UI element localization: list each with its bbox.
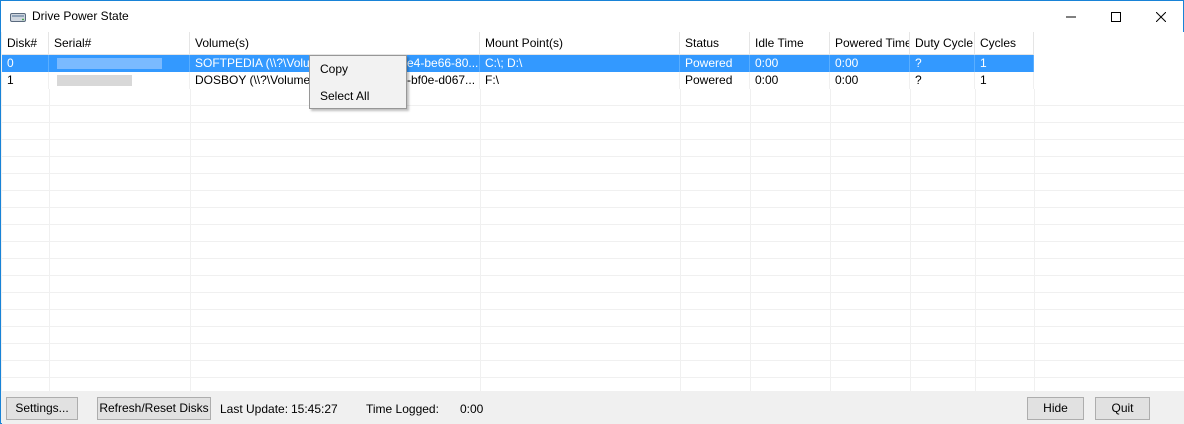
empty-row (2, 191, 1184, 208)
cell-idle-time: 0:00 (750, 72, 830, 89)
column-header[interactable]: Duty Cycle (910, 32, 975, 55)
cell-idle-time: 0:00 (750, 55, 830, 72)
empty-row (2, 361, 1184, 378)
last-update-value: 15:45:27 (291, 402, 338, 416)
empty-row (2, 310, 1184, 327)
window-title: Drive Power State (32, 9, 129, 23)
empty-row (2, 259, 1184, 276)
empty-row (2, 225, 1184, 242)
redacted-serial (57, 58, 162, 69)
cell-powered-time: 0:00 (830, 72, 910, 89)
column-header[interactable]: Volume(s) (190, 32, 480, 55)
column-header[interactable]: Idle Time (750, 32, 830, 55)
context-menu: Copy Select All (309, 55, 407, 109)
hide-button[interactable]: Hide (1027, 397, 1084, 420)
cell-duty-cycle: ? (910, 72, 975, 89)
empty-row (2, 157, 1184, 174)
minimize-button[interactable] (1048, 1, 1094, 32)
empty-row (2, 123, 1184, 140)
redacted-serial (57, 75, 132, 86)
menu-item-select-all[interactable]: Select All (310, 84, 406, 108)
empty-row (2, 106, 1184, 123)
empty-row (2, 242, 1184, 259)
cell-disk: 1 (2, 72, 49, 89)
column-header[interactable]: Cycles (975, 32, 1034, 55)
cell-disk: 0 (2, 55, 49, 72)
column-header[interactable]: Powered Time (830, 32, 910, 55)
empty-row (2, 208, 1184, 225)
settings-button[interactable]: Settings... (6, 397, 78, 420)
empty-row (2, 378, 1184, 391)
cell-mount: F:\ (480, 72, 680, 89)
cell-powered-time: 0:00 (830, 55, 910, 72)
empty-row (2, 327, 1184, 344)
cell-mount: C:\; D:\ (480, 55, 680, 72)
column-header[interactable]: Serial# (49, 32, 190, 55)
title-bar[interactable]: Drive Power State (1, 1, 1183, 32)
maximize-icon (1111, 11, 1121, 22)
quit-button[interactable]: Quit (1095, 397, 1150, 420)
minimize-icon (1066, 16, 1076, 17)
column-header[interactable]: Status (680, 32, 750, 55)
close-icon (1156, 11, 1166, 22)
time-logged-label: Time Logged: (366, 402, 439, 416)
drive-icon (10, 13, 26, 22)
empty-row (2, 89, 1184, 106)
empty-row (2, 344, 1184, 361)
column-header[interactable]: Mount Point(s) (480, 32, 680, 55)
last-update-label: Last Update: (220, 402, 289, 416)
app-window: Drive Power State Disk# Serial# Volume(s… (0, 0, 1184, 424)
cell-status: Powered (680, 55, 750, 72)
time-logged-value: 0:00 (460, 402, 484, 416)
table-row[interactable]: 1 DOSBOY (\\?\Volume{a -bf0e-d067... F:\… (2, 72, 1184, 89)
table-header: Disk# Serial# Volume(s) Mount Point(s) S… (2, 32, 1184, 55)
menu-item-copy[interactable]: Copy (310, 57, 406, 81)
cell-status: Powered (680, 72, 750, 89)
table-row[interactable]: 0 SOFTPEDIA (\\?\Volume e4-be66-80... C:… (2, 55, 1184, 72)
column-header[interactable]: Disk# (2, 32, 49, 55)
cell-serial (49, 55, 190, 72)
footer-bar: Settings... Refresh/Reset Disks Last Upd… (2, 391, 1184, 424)
refresh-reset-disks-button[interactable]: Refresh/Reset Disks (97, 397, 211, 420)
empty-row (2, 293, 1184, 310)
empty-row (2, 140, 1184, 157)
empty-row (2, 174, 1184, 191)
empty-row (2, 276, 1184, 293)
maximize-button[interactable] (1093, 1, 1139, 32)
cell-duty-cycle: ? (910, 55, 975, 72)
cell-cycles: 1 (975, 72, 1034, 89)
cell-serial (49, 72, 190, 89)
cell-cycles: 1 (975, 55, 1034, 72)
disk-table[interactable]: Disk# Serial# Volume(s) Mount Point(s) S… (2, 32, 1184, 391)
close-button[interactable] (1138, 1, 1184, 32)
